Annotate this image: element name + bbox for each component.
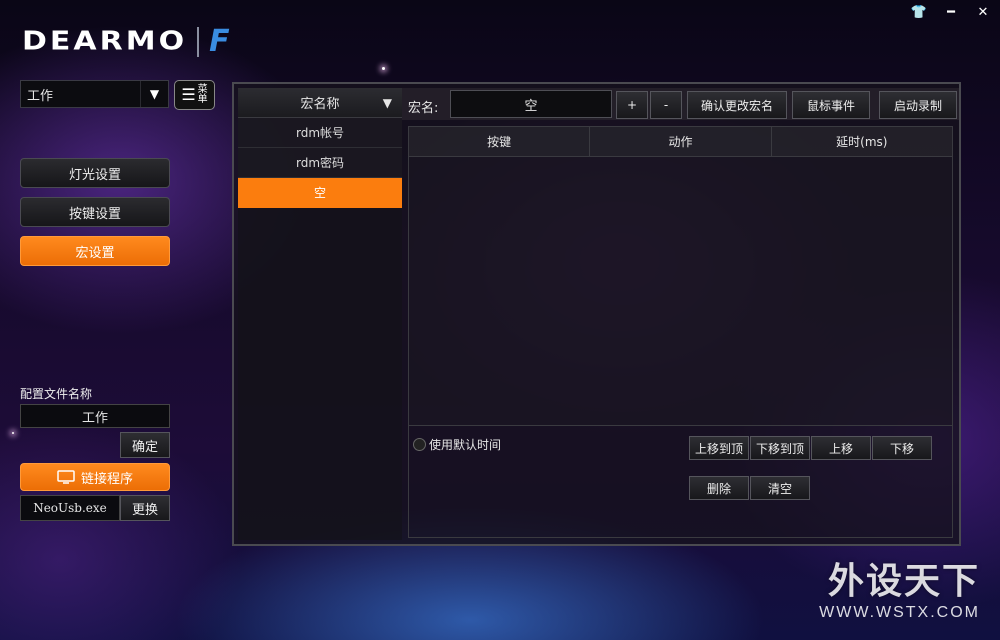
- mouse-event-label: 鼠标事件: [806, 98, 855, 113]
- move-to-top-label: 上移到顶: [694, 441, 743, 456]
- change-label: 更换: [131, 502, 158, 518]
- macro-name-value: 空: [524, 98, 538, 114]
- macro-editor: 宏名: 空 + - 确认更改宏名 鼠标事件 启动录制 按键 动作 延时(ms) …: [402, 84, 959, 544]
- close-icon[interactable]: ✕: [974, 4, 992, 20]
- lighting-settings-button[interactable]: 灯光设置: [20, 158, 170, 188]
- default-time-radio[interactable]: 使用默认时间: [413, 436, 501, 453]
- column-header-delay: 延时(ms): [836, 135, 888, 149]
- star-decoration: [382, 67, 385, 70]
- site-watermark: 外设天下 WWW.WSTX.COM: [819, 552, 980, 622]
- start-record-button[interactable]: 启动录制: [879, 91, 957, 119]
- macro-toolbar: 宏名: 空 + - 确认更改宏名 鼠标事件 启动录制: [402, 88, 959, 120]
- list-item[interactable]: rdm帐号: [238, 118, 402, 148]
- sidebar-item-label: 按键设置: [68, 206, 121, 222]
- clear-button[interactable]: 清空: [750, 476, 810, 500]
- window-controls: 👕 ━ ✕: [910, 4, 992, 20]
- sidebar-item-label: 宏设置: [75, 245, 115, 261]
- hamburger-icon: ☰: [181, 85, 196, 104]
- monitor-icon: [57, 470, 75, 484]
- logo-text: DEARMO: [22, 26, 188, 57]
- app-logo: DEARMO F: [22, 24, 230, 59]
- delete-button[interactable]: 删除: [689, 476, 749, 500]
- mouse-event-button[interactable]: 鼠标事件: [792, 91, 870, 119]
- link-program-button[interactable]: 链接程序: [20, 463, 170, 491]
- list-item-label: rdm帐号: [295, 126, 345, 140]
- macro-list: 宏名称 ▼ rdm帐号 rdm密码 空: [238, 88, 402, 540]
- config-name-field[interactable]: 工作: [20, 404, 170, 428]
- linked-exe-value: NeoUsb.exe: [33, 501, 107, 515]
- move-up-label: 上移: [828, 441, 853, 456]
- list-item-label: 空: [313, 186, 326, 200]
- delete-label: 删除: [706, 481, 731, 496]
- move-to-bottom-label: 下移到顶: [755, 441, 804, 456]
- move-up-button[interactable]: 上移: [811, 436, 871, 460]
- profile-select[interactable]: 工作 ▼: [20, 80, 169, 108]
- key-settings-button[interactable]: 按键设置: [20, 197, 170, 227]
- macro-actions-area: 使用默认时间 上移到顶 下移到顶 上移 下移 删除 清空: [408, 426, 953, 538]
- macro-name-label: 宏名:: [408, 101, 439, 116]
- list-item-label: rdm密码: [295, 156, 345, 170]
- confirm-button[interactable]: 确定: [120, 432, 170, 458]
- move-to-top-button[interactable]: 上移到顶: [689, 436, 749, 460]
- list-item[interactable]: rdm密码: [238, 148, 402, 178]
- link-program-label: 链接程序: [80, 471, 133, 487]
- logo-mark: F: [209, 24, 230, 59]
- table-header: 按键 动作 延时(ms): [409, 127, 952, 157]
- linked-exe-field: NeoUsb.exe: [20, 495, 120, 521]
- macro-name-input[interactable]: 空: [450, 90, 612, 118]
- skin-icon[interactable]: 👕: [910, 4, 928, 20]
- chevron-down-icon[interactable]: ▼: [140, 81, 168, 107]
- confirm-label: 确定: [131, 439, 158, 455]
- config-name-label: 配置文件名称: [20, 387, 93, 401]
- column-header-key: 按键: [409, 127, 591, 156]
- move-to-bottom-button[interactable]: 下移到顶: [750, 436, 810, 460]
- clear-label: 清空: [767, 481, 792, 496]
- list-item[interactable]: 空: [238, 178, 402, 208]
- macro-events-table: 按键 动作 延时(ms): [408, 126, 953, 426]
- plus-label: +: [626, 98, 638, 112]
- macro-list-header-label: 宏名称: [300, 97, 340, 112]
- macro-panel: 宏名称 ▼ rdm帐号 rdm密码 空 宏名: 空 + - 确认更改宏名 鼠标事…: [232, 82, 961, 546]
- confirm-rename-label: 确认更改宏名: [700, 98, 773, 113]
- start-record-label: 启动录制: [893, 98, 942, 113]
- minimize-icon[interactable]: ━: [942, 4, 960, 20]
- watermark-cn: 外设天下: [827, 561, 980, 602]
- config-name-value: 工作: [81, 410, 108, 426]
- star-decoration: [12, 432, 14, 434]
- menu-label-2: 单: [197, 94, 208, 105]
- default-time-label: 使用默认时间: [429, 438, 502, 452]
- menu-button[interactable]: ☰ 菜 单: [174, 80, 215, 110]
- sidebar-item-label: 灯光设置: [68, 167, 121, 183]
- watermark-en: WWW.WSTX.COM: [819, 604, 980, 621]
- move-down-button[interactable]: 下移: [872, 436, 932, 460]
- remove-macro-button[interactable]: -: [650, 91, 682, 119]
- chevron-down-icon[interactable]: ▼: [383, 96, 392, 110]
- move-down-label: 下移: [889, 441, 914, 456]
- macro-settings-button[interactable]: 宏设置: [20, 236, 170, 266]
- add-macro-button[interactable]: +: [616, 91, 648, 119]
- radio-indicator[interactable]: [413, 438, 426, 451]
- macro-list-header[interactable]: 宏名称 ▼: [238, 88, 402, 118]
- logo-divider: [197, 26, 200, 57]
- profile-select-value: 工作: [27, 88, 54, 104]
- change-exe-button[interactable]: 更换: [120, 495, 170, 521]
- column-header-action: 动作: [590, 127, 772, 156]
- confirm-rename-button[interactable]: 确认更改宏名: [687, 91, 787, 119]
- minus-label: -: [663, 98, 669, 112]
